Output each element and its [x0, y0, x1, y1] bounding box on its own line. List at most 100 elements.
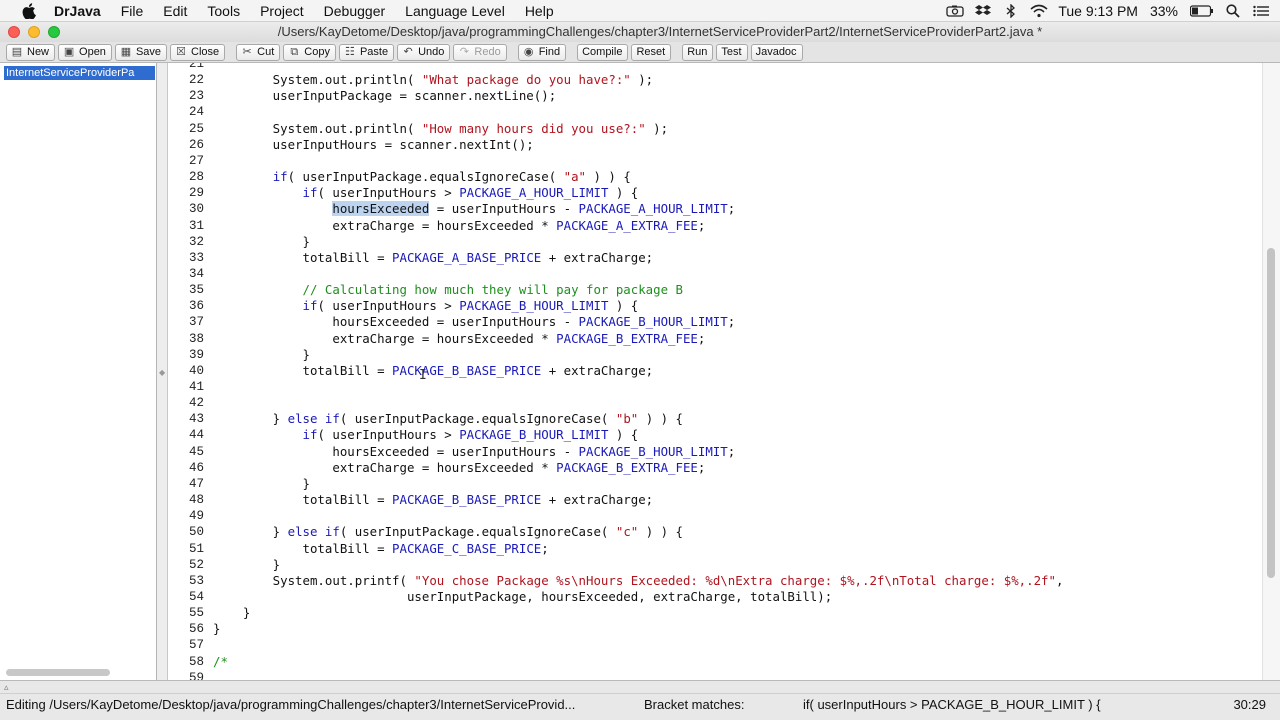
line-number: 36 [188, 299, 204, 314]
code-line[interactable]: // Calculating how much they will pay fo… [213, 282, 683, 298]
pane-splitter[interactable]: ◆ [157, 63, 168, 680]
code-line[interactable]: extraCharge = hoursExceeded * PACKAGE_A_… [213, 218, 705, 234]
code-line[interactable]: if( userInputPackage.equalsIgnoreCase( "… [213, 169, 631, 185]
line-number: 41 [188, 380, 204, 394]
line-number: 28 [188, 170, 204, 185]
redo-icon: ↷ [459, 46, 469, 58]
menu-help[interactable]: Help [525, 3, 554, 19]
line-number: 31 [188, 218, 204, 233]
code-line[interactable]: totalBill = PACKAGE_C_BASE_PRICE; [213, 541, 549, 557]
code-line[interactable]: } else if( userInputPackage.equalsIgnore… [213, 411, 683, 427]
spotlight-icon[interactable] [1224, 4, 1242, 18]
javadoc-button-label: Javadoc [755, 46, 797, 58]
code-line[interactable]: } [213, 476, 310, 492]
paste-button-label: Paste [359, 46, 389, 58]
close-file-button[interactable]: ☒ Close [170, 43, 226, 61]
code-line[interactable]: System.out.println( "How many hours did … [213, 121, 668, 137]
code-line[interactable]: totalBill = PACKAGE_B_BASE_PRICE + extra… [213, 492, 654, 508]
line-number: 21 [188, 63, 204, 71]
file-list-item-selected[interactable]: InternetServiceProviderPa [4, 66, 155, 80]
bluetooth-icon[interactable] [1002, 4, 1020, 18]
code-line[interactable]: } [213, 347, 310, 363]
line-number: 48 [188, 493, 204, 508]
redo-button[interactable]: ↷ Redo [453, 43, 507, 61]
file-pane-horizontal-scrollbar[interactable] [6, 669, 110, 676]
undo-button[interactable]: ↶ Undo [397, 43, 451, 61]
line-number: 44 [188, 428, 204, 443]
test-button-label: Test [721, 46, 742, 58]
menu-debugger[interactable]: Debugger [324, 3, 386, 19]
find-button[interactable]: ◉ Find [517, 43, 567, 61]
undo-icon: ↶ [403, 46, 413, 58]
camera-icon[interactable] [946, 4, 964, 18]
code-line[interactable]: if( userInputHours > PACKAGE_B_HOUR_LIMI… [213, 427, 639, 443]
line-number: 56 [188, 622, 204, 637]
cut-button[interactable]: ✂ Cut [236, 43, 281, 61]
reset-button[interactable]: Reset [631, 43, 672, 61]
test-button[interactable]: Test [716, 43, 748, 61]
open-folder-icon: ▣ [63, 46, 75, 58]
line-number: 42 [188, 396, 204, 411]
code-line[interactable]: System.out.println( "What package do you… [213, 72, 653, 88]
code-line[interactable]: } [213, 557, 280, 573]
line-number: 43 [188, 412, 204, 427]
main-toolbar: ▤ New ▣ Open ▦ Save ☒ Close ✂ Cut ⧉ Copy ☷ Past… [0, 42, 1280, 63]
save-button[interactable]: ▦ Save [114, 43, 168, 61]
line-number: 55 [188, 606, 204, 621]
line-number: 52 [188, 557, 204, 572]
code-line[interactable]: hoursExceeded = userInputHours - PACKAGE… [213, 314, 735, 330]
close-button-label: Close [191, 46, 220, 58]
splitter-grip-icon[interactable]: ◆ [159, 368, 165, 377]
code-line[interactable]: extraCharge = hoursExceeded * PACKAGE_B_… [213, 460, 705, 476]
paste-button[interactable]: ☷ Paste [338, 43, 395, 61]
dropbox-icon[interactable] [974, 4, 992, 18]
notification-center-icon[interactable] [1252, 4, 1270, 18]
code-line[interactable]: hoursExceeded = userInputHours - PACKAGE… [213, 201, 735, 217]
code-line[interactable]: userInputHours = scanner.nextInt(); [213, 137, 534, 153]
compile-button[interactable]: Compile [577, 43, 629, 61]
clock-text[interactable]: Tue 9:13 PM [1058, 3, 1138, 19]
code-line[interactable]: } [213, 605, 250, 621]
menu-app-name[interactable]: DrJava [54, 3, 101, 19]
wifi-icon[interactable] [1030, 4, 1048, 18]
code-line[interactable]: extraCharge = hoursExceeded * PACKAGE_B_… [213, 331, 705, 347]
menu-tools[interactable]: Tools [207, 3, 240, 19]
close-file-icon: ☒ [176, 46, 186, 58]
line-number: 47 [188, 476, 204, 491]
menu-project[interactable]: Project [260, 3, 304, 19]
mouse-ibeam-cursor-icon: I [419, 368, 427, 383]
code-line[interactable]: userInputPackage, hoursExceeded, extraCh… [213, 589, 832, 605]
code-line[interactable]: } [213, 621, 220, 637]
copy-button[interactable]: ⧉ Copy [283, 43, 336, 61]
open-button[interactable]: ▣ Open [58, 43, 112, 61]
code-line[interactable]: System.out.printf( "You chose Package %s… [213, 573, 1064, 589]
code-line[interactable]: if( userInputHours > PACKAGE_B_HOUR_LIMI… [213, 298, 639, 314]
status-bracket-label: Bracket matches: [644, 697, 745, 712]
javadoc-button[interactable]: Javadoc [750, 43, 803, 61]
code-line[interactable]: totalBill = PACKAGE_A_BASE_PRICE + extra… [213, 250, 654, 266]
editor-vertical-scrollbar[interactable] [1262, 63, 1280, 680]
code-line[interactable]: } else if( userInputPackage.equalsIgnore… [213, 524, 683, 540]
code-line[interactable]: hoursExceeded = userInputHours - PACKAGE… [213, 444, 735, 460]
code-line[interactable]: /* [213, 654, 228, 670]
line-number: 37 [188, 315, 204, 330]
scrollbar-thumb[interactable] [1267, 248, 1275, 578]
code-editor[interactable]: 21 22 23 24 25 26 27 28 29 30 31 32 33 34 35 36 37 38 39 40… [168, 63, 1262, 680]
code-line[interactable]: if( userInputHours > PACKAGE_A_HOUR_LIMI… [213, 185, 639, 201]
battery-icon[interactable] [1190, 4, 1214, 18]
new-button[interactable]: ▤ New [6, 43, 56, 61]
menu-edit[interactable]: Edit [163, 3, 187, 19]
line-number: 50 [188, 525, 204, 540]
run-button[interactable]: Run [682, 43, 714, 61]
code-line[interactable]: userInputPackage = scanner.nextLine(); [213, 88, 556, 104]
code-line[interactable]: totalBill = PACKAGE_B_BASE_PRICE + extra… [213, 363, 654, 379]
battery-percent[interactable]: 33% [1150, 3, 1178, 19]
apple-icon[interactable] [20, 2, 38, 20]
menu-file[interactable]: File [121, 3, 144, 19]
code-line[interactable]: } [213, 234, 310, 250]
binoculars-icon: ◉ [523, 46, 534, 58]
resize-handle-icon[interactable]: ▵ [4, 682, 9, 693]
status-menu-area: Tue 9:13 PM 33% [946, 0, 1280, 22]
menu-language-level[interactable]: Language Level [405, 3, 505, 19]
line-number: 24 [188, 105, 204, 120]
